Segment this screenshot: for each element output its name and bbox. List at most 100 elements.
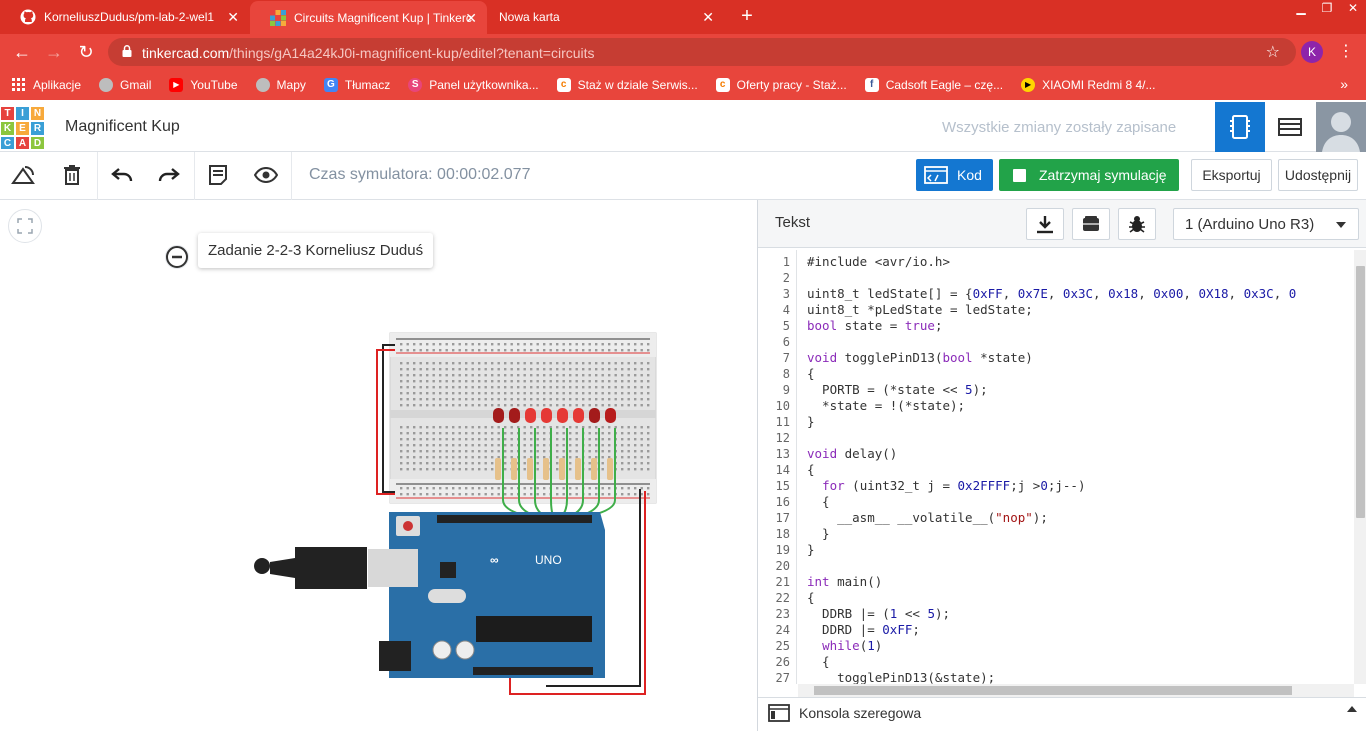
stop-button-label: Zatrzymaj symulację xyxy=(1039,167,1167,183)
bookmark-star-icon[interactable]: ☆ xyxy=(1266,42,1280,62)
device-select[interactable]: 1 (Arduino Uno R3) xyxy=(1173,208,1359,240)
breadboard-hole xyxy=(536,456,539,459)
breadboard-hole xyxy=(465,398,468,401)
new-tab-button[interactable]: + xyxy=(737,6,757,27)
circuit-view-button[interactable] xyxy=(1215,102,1265,152)
breadboard-hole xyxy=(413,432,416,435)
breadboard-hole xyxy=(517,386,520,389)
restore-icon[interactable]: ❐ xyxy=(1314,0,1340,18)
code-editor[interactable]: 1 2 3 4 5 6 7 8 9 10 11 12 13 14 15 16 17 18 19 20 21 22 23 24 2… xyxy=(758,250,1354,684)
breadboard-hole xyxy=(400,468,403,471)
breadboard-hole xyxy=(400,444,403,447)
component-list-button[interactable] xyxy=(1265,102,1315,152)
download-code-button[interactable] xyxy=(1026,208,1064,240)
bookmark-panel[interactable]: S Panel użytkownika... xyxy=(408,78,539,92)
breadboard-hole xyxy=(439,426,442,429)
chevron-up-icon[interactable] xyxy=(1347,706,1357,712)
delete-button[interactable] xyxy=(59,162,85,188)
browser-tab-tinkercad[interactable]: Circuits Magnificent Kup | Tinkerc ✕ xyxy=(250,1,487,34)
logo-letter: D xyxy=(30,136,45,150)
breadboard-hole xyxy=(569,426,572,429)
breadboard-hole xyxy=(471,438,474,441)
breadboard-hole xyxy=(562,349,565,352)
libraries-button[interactable] xyxy=(1072,208,1110,240)
breadboard-hole xyxy=(419,456,422,459)
forward-arrow-icon[interactable]: → xyxy=(44,42,64,62)
share-button[interactable]: Udostępnij xyxy=(1278,159,1358,191)
save-status: Wszystkie zmiany zostały zapisane xyxy=(942,119,1177,136)
breadboard-hole xyxy=(419,462,422,465)
code-button[interactable]: Kod xyxy=(916,159,993,191)
notes-button[interactable] xyxy=(205,162,231,188)
vertical-scrollbar[interactable] xyxy=(1354,250,1366,684)
circuit-canvas[interactable]: Zadanie 2-2-3 Korneliusz Duduś ∞ UNO xyxy=(0,200,757,731)
close-tab-icon[interactable]: ✕ xyxy=(702,9,714,25)
bookmark-gmail[interactable]: Gmail xyxy=(99,78,151,92)
breadboard-hole xyxy=(439,392,442,395)
breadboard-hole xyxy=(588,343,591,346)
breadboard-hole xyxy=(601,349,604,352)
debugger-button[interactable] xyxy=(1118,208,1156,240)
user-avatar[interactable] xyxy=(1316,102,1366,152)
project-title[interactable]: Magnificent Kup xyxy=(65,118,180,136)
minimize-icon[interactable]: ▁ xyxy=(1288,0,1314,18)
breadboard-hole xyxy=(556,432,559,435)
breadboard-hole xyxy=(484,362,487,365)
breadboard-hole xyxy=(543,386,546,389)
browser-tab-github[interactable]: KorneliuszDudus/pm-lab-2-wel1 ✕ xyxy=(0,0,249,34)
close-window-icon[interactable]: ✕ xyxy=(1340,0,1366,18)
breadboard-hole xyxy=(601,380,604,383)
profile-avatar[interactable]: K xyxy=(1301,41,1323,63)
bookmark-aplikacje[interactable]: Aplikacje xyxy=(12,78,81,92)
breadboard-hole xyxy=(432,392,435,395)
breadboard-hole xyxy=(640,362,643,365)
breadboard-hole xyxy=(413,349,416,352)
rotate-tool-button[interactable] xyxy=(11,162,37,188)
breadboard-hole xyxy=(621,426,624,429)
scroll-thumb[interactable] xyxy=(1356,266,1365,518)
horizontal-scrollbar[interactable] xyxy=(798,684,1354,697)
breadboard-hole xyxy=(413,392,416,395)
breadboard-hole xyxy=(569,438,572,441)
breadboard-hole xyxy=(439,450,442,453)
bookmark-youtube[interactable]: ▶ YouTube xyxy=(169,78,238,92)
back-arrow-icon[interactable]: ← xyxy=(12,42,32,62)
breadboard-hole xyxy=(497,374,500,377)
breadboard-hole xyxy=(400,392,403,395)
browser-tab-new[interactable]: Nowa karta ✕ xyxy=(488,0,724,34)
breadboard-hole xyxy=(419,362,422,365)
breadboard-hole xyxy=(432,368,435,371)
redo-button[interactable] xyxy=(156,162,182,188)
export-button[interactable]: Eksportuj xyxy=(1191,159,1272,191)
address-input[interactable]: tinkercad.com/things/gA14a24kJ0i-magnifi… xyxy=(108,38,1296,66)
tinkercad-logo[interactable]: T I N K E R C A D xyxy=(0,106,45,150)
bookmark-tlumacz[interactable]: G Tłumacz xyxy=(323,78,390,92)
breadboard-hole xyxy=(595,493,598,496)
bookmark-xiaomi[interactable]: ▶ XIAOMI Redmi 8 4/... xyxy=(1021,78,1155,92)
serial-monitor-bar[interactable]: Konsola szeregowa xyxy=(758,697,1366,731)
breadboard-hole xyxy=(517,404,520,407)
led xyxy=(605,408,616,423)
close-tab-icon[interactable]: ✕ xyxy=(465,10,477,26)
stop-simulation-button[interactable]: Zatrzymaj symulację xyxy=(999,159,1179,191)
scroll-thumb[interactable] xyxy=(814,686,1292,695)
undo-button[interactable] xyxy=(109,162,135,188)
breadboard-hole xyxy=(575,398,578,401)
browser-menu-icon[interactable]: ⋮ xyxy=(1338,41,1354,63)
bookmark-staz[interactable]: c Staż w dziale Serwis... xyxy=(556,78,698,92)
more-bookmarks-icon[interactable]: » xyxy=(1340,76,1348,92)
reload-icon[interactable]: ↻ xyxy=(76,42,96,62)
breadboard-hole xyxy=(647,368,650,371)
visibility-button[interactable] xyxy=(253,162,279,188)
bookmark-mapy[interactable]: Mapy xyxy=(255,78,306,92)
breadboard-hole xyxy=(556,404,559,407)
breadboard-hole xyxy=(627,456,630,459)
bookmark-cadsoft[interactable]: f Cadsoft Eagle – czę... xyxy=(864,78,1003,92)
breadboard-hole xyxy=(621,432,624,435)
breadboard-hole xyxy=(432,487,435,490)
breadboard-hole xyxy=(562,444,565,447)
breadboard-hole xyxy=(413,444,416,447)
bookmark-oferty[interactable]: c Oferty pracy - Staż... xyxy=(715,78,847,92)
close-tab-icon[interactable]: ✕ xyxy=(227,9,239,25)
line-number: 25 xyxy=(775,639,790,653)
